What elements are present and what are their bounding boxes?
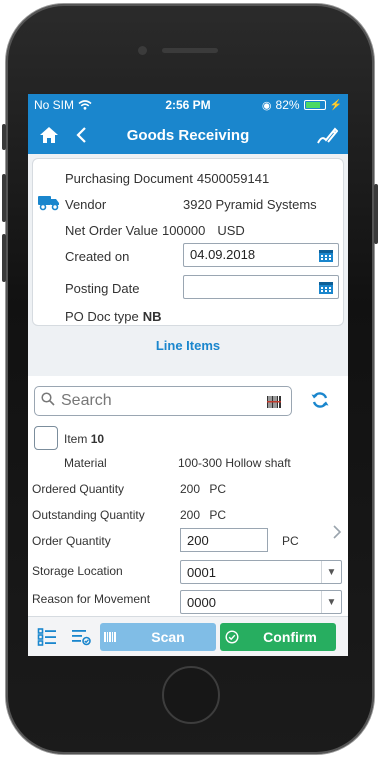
scan-label: Scan [151,628,185,645]
search-input[interactable]: Search [34,386,292,416]
ordered-quantity-value: 200 [180,482,201,496]
volume-up-button [2,174,6,222]
line-items-header[interactable]: Line Items [28,326,348,364]
storage-location-select[interactable]: 0001 ▼ [180,560,342,584]
status-time: 2:56 PM [165,98,211,112]
outstanding-quantity-unit: PC [209,508,227,522]
net-order-currency: USD [217,223,245,238]
filter-list-icon[interactable] [66,622,96,652]
purchasing-document-value: 4500059141 [196,171,270,186]
reason-for-movement-value: 0000 [187,595,216,610]
created-on-field[interactable]: 04.09.2018 [183,243,339,267]
mute-switch [2,124,6,150]
purchasing-document-label: Purchasing Document [65,171,193,186]
barcode-icon[interactable] [267,395,281,414]
order-quantity-input[interactable]: 200 [180,528,268,552]
net-order-value-label: Net Order Value [65,223,158,238]
refresh-icon[interactable] [310,390,330,415]
search-placeholder: Search [61,392,112,409]
vendor-value: 3920 Pyramid Systems [183,197,317,212]
storage-location-value: 0001 [187,565,216,580]
reason-for-movement-select[interactable]: 0000 ▼ [180,590,342,614]
check-circle-icon [220,629,244,644]
order-quantity-unit: PC [282,534,299,548]
item-number: 10 [90,432,105,446]
item-select-checkbox[interactable] [34,426,58,450]
posting-date-field[interactable] [183,275,339,299]
storage-location-label: Storage Location [32,564,123,578]
reason-for-movement-label: Reason for Movement [32,592,151,606]
material-label: Material [64,456,107,470]
list-icon[interactable] [32,622,62,652]
order-quantity-value: 200 [187,533,209,548]
back-chevron-icon[interactable] [68,122,94,148]
created-on-value: 04.09.2018 [190,247,256,262]
home-button[interactable] [162,666,220,724]
net-order-value: 100000 [161,223,206,238]
purchasing-document-row: Purchasing Document 4500059141 [65,171,335,186]
po-doc-type-value: NB [142,309,162,324]
chevron-down-icon: ▼ [321,561,341,583]
volume-down-button [2,234,6,282]
outstanding-quantity-label: Outstanding Quantity [32,508,145,522]
posting-date-label: Posting Date [65,281,140,296]
po-doc-type-label: PO Doc type [65,309,139,324]
search-icon [41,391,55,411]
outstanding-quantity-value-group: 200 PC [180,508,226,522]
vendor-row: Vendor 3920 Pyramid Systems [65,197,335,212]
ordered-quantity-unit: PC [209,482,227,496]
confirm-label: Confirm [263,628,317,645]
item-label: Item [64,432,88,446]
truck-icon [37,193,61,214]
order-quantity-label: Order Quantity [32,534,111,548]
battery-icon [303,100,326,110]
calendar-icon[interactable] [318,279,334,295]
status-bar: No SIM 2:56 PM ◉ 82% ⚡ [28,94,348,116]
front-camera [138,46,147,55]
app-screen: No SIM 2:56 PM ◉ 82% ⚡ Goods Receiving P… [28,94,348,656]
net-order-value-row: Net Order Value 100000 USD [65,223,335,238]
action-footer: Scan Confirm [28,616,348,656]
item-detail-chevron-icon[interactable] [332,524,342,545]
outstanding-quantity-value: 200 [180,508,201,522]
vendor-label: Vendor [65,197,107,212]
po-header-card: Purchasing Document 4500059141 Vendor 39… [32,158,344,326]
scan-button[interactable]: Scan [100,622,216,651]
chevron-down-icon: ▼ [321,591,341,613]
material-value: 100-300 Hollow shaft [178,456,291,470]
earpiece-speaker [162,48,218,53]
confirm-button[interactable]: Confirm [220,622,336,651]
home-icon[interactable] [36,122,62,148]
line-items-label: Line Items [155,337,221,353]
created-on-label: Created on [65,249,130,264]
calendar-icon[interactable] [318,247,334,263]
battery-fill [305,102,321,108]
line-item-list: Search Item 10 Material 100-300 Hollow s… [28,376,348,616]
nav-bar: Goods Receiving [28,116,348,154]
ordered-quantity-value-group: 200 PC [180,482,226,496]
scan-icon [100,631,120,643]
item-header: Item 10 [64,432,104,446]
power-button [374,184,378,244]
signature-edit-icon[interactable] [314,122,340,148]
po-doc-type-row: PO Doc type NB [65,309,335,324]
ordered-quantity-label: Ordered Quantity [32,482,125,496]
